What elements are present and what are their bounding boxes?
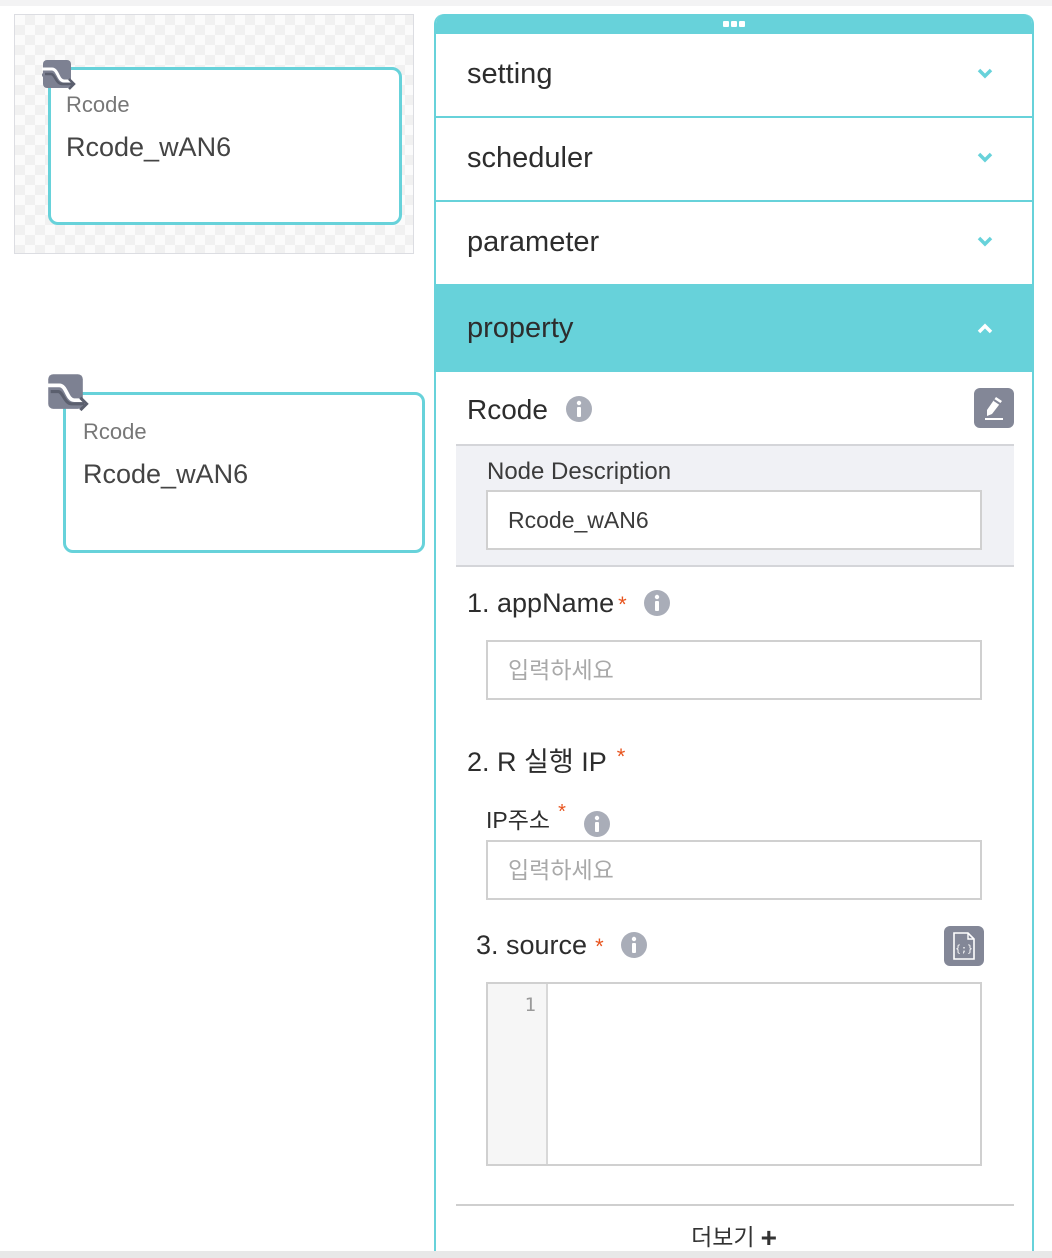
line-number: 1 [524, 994, 536, 1016]
plus-icon: + [760, 1222, 777, 1253]
canvas-preview: Rcode Rcode_wAN6 [14, 14, 414, 254]
rcode-node-icon [42, 60, 76, 90]
accordion-parameter[interactable]: parameter [436, 202, 1032, 286]
required-marker: * [616, 744, 626, 769]
node-description-input[interactable] [486, 490, 982, 550]
node-description-section: Node Description [456, 444, 1014, 567]
appname-label-text: 1. appName [467, 588, 615, 618]
line-number-gutter: 1 [488, 984, 548, 1164]
accordion-label: parameter [467, 226, 600, 258]
node-name: Rcode_wAN6 [83, 459, 249, 489]
preview-node-card[interactable]: Rcode Rcode_wAN6 [48, 67, 402, 225]
code-area[interactable] [548, 984, 980, 1164]
accordion-label: property [467, 312, 574, 344]
properties-panel: setting scheduler parameter property Rco… [434, 14, 1034, 1254]
pencil-icon [985, 397, 1003, 420]
node-type: Rcode [83, 419, 147, 444]
ip-address-input[interactable] [486, 840, 982, 900]
chevron-up-icon [977, 323, 993, 334]
handle-dot [723, 21, 729, 27]
code-editor-button[interactable]: {;} [944, 926, 984, 966]
node-description-label: Node Description [487, 458, 672, 485]
info-icon[interactable] [565, 395, 592, 422]
accordion-label: setting [467, 58, 553, 90]
rcode-node-icon [45, 374, 89, 412]
show-more-button[interactable]: 더보기 + [436, 1218, 1032, 1253]
top-strip [0, 0, 1052, 6]
ip-address-label-text: IP주소 [486, 807, 551, 833]
handle-dot [731, 21, 737, 27]
info-icon[interactable] [584, 810, 611, 837]
r-exec-ip-label-text: 2. R 실행 IP [467, 747, 607, 777]
code-file-icon: {;} [953, 932, 975, 960]
appname-input[interactable] [486, 640, 982, 700]
svg-text:{;}: {;} [955, 944, 973, 955]
accordion-setting[interactable]: setting [436, 34, 1032, 118]
show-more-label: 더보기 [691, 1224, 755, 1250]
divider [456, 1204, 1014, 1206]
r-exec-ip-label: 2. R 실행 IP * [467, 740, 625, 779]
bottom-strip [0, 1251, 1052, 1258]
source-code-editor[interactable]: 1 [486, 982, 982, 1166]
preview-node-name: Rcode_wAN6 [66, 132, 232, 162]
appname-label: 1. appName * [467, 588, 671, 619]
chevron-down-icon [977, 236, 993, 247]
canvas-node-card[interactable]: Rcode Rcode_wAN6 [63, 392, 425, 553]
chevron-down-icon [977, 152, 993, 163]
handle-dot [739, 21, 745, 27]
accordion-property[interactable]: property [436, 286, 1032, 372]
required-marker: * [618, 592, 627, 617]
drag-handle-icon[interactable] [436, 14, 1032, 34]
required-marker: * [558, 801, 566, 823]
chevron-down-icon [977, 68, 993, 79]
property-title-text: Rcode [467, 394, 548, 425]
accordion-label: scheduler [467, 142, 593, 174]
preview-node-type: Rcode [66, 92, 130, 117]
info-icon[interactable] [644, 589, 671, 616]
ip-address-label: IP주소 * [486, 801, 611, 837]
source-label-text: 3. source [476, 930, 588, 960]
property-title: Rcode [467, 394, 592, 426]
accordion-scheduler[interactable]: scheduler [436, 118, 1032, 202]
required-marker: * [595, 934, 604, 959]
info-icon[interactable] [621, 931, 648, 958]
edit-button[interactable] [974, 388, 1014, 428]
source-label: 3. source * [476, 930, 648, 961]
